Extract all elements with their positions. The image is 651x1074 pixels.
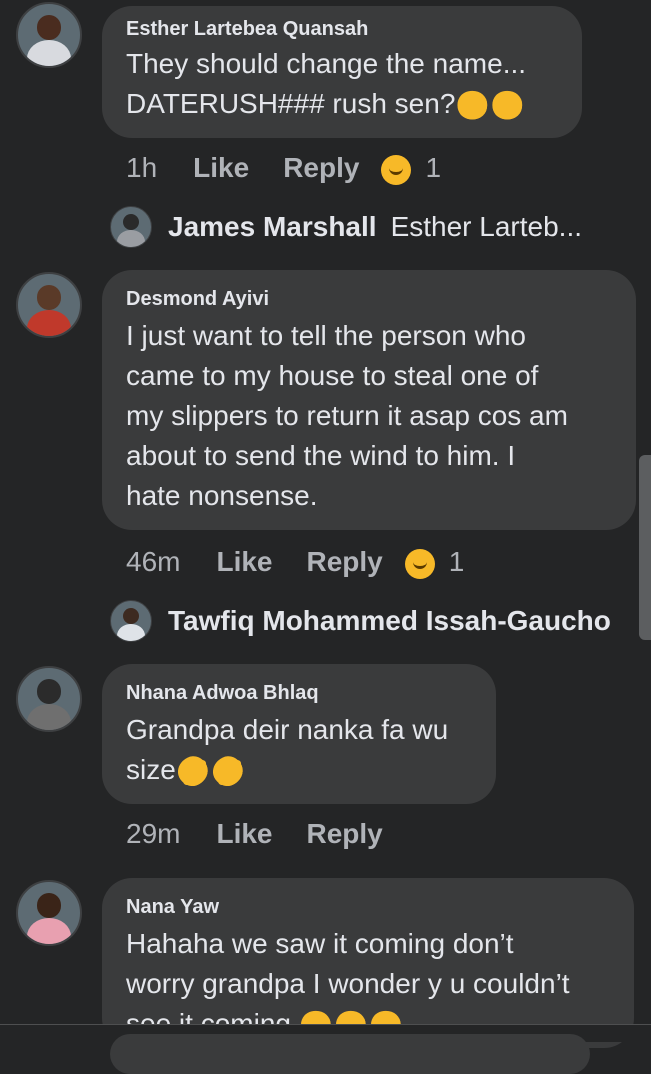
grinning-emoji-icon: 😀 [490, 89, 526, 121]
comment-text-line: hate nonsense. [126, 480, 318, 511]
avatar-james [110, 206, 152, 248]
avatar-esther[interactable] [16, 2, 82, 68]
comment-text: I just want to tell the person who came … [126, 316, 612, 516]
laughing-emoji-icon[interactable] [381, 155, 412, 185]
reply-button[interactable]: Reply [283, 152, 359, 184]
reply-text: Esther Larteb... [390, 211, 583, 242]
comment-time[interactable]: 29m [126, 818, 180, 850]
comment-author[interactable]: Nana Yaw [126, 894, 610, 920]
reaction-count[interactable]: 1 [425, 152, 441, 184]
like-button[interactable]: Like [216, 818, 272, 850]
comment-text-line: I just want to tell the person who [126, 320, 526, 351]
comment-author[interactable]: Nhana Adwoa Bhlaq [126, 680, 472, 706]
avatar-nhana[interactable] [16, 666, 82, 732]
comment-text: Grandpa deir nanka fa wu size🤣🤣 [126, 710, 472, 790]
avatar-desmond[interactable] [16, 272, 82, 338]
rofl-emoji-icon: 🤣 [210, 755, 246, 787]
comment-text-line: Grandpa deir nanka fa wu [126, 714, 449, 745]
scrollbar[interactable] [639, 455, 651, 640]
comment-actions: 46m Like Reply 1 [126, 546, 465, 579]
reply-preview[interactable]: James Marshall Esther Larteb... [110, 206, 582, 248]
comment-bubble: Esther Lartebea Quansah They should chan… [102, 6, 582, 138]
comment-actions: 29m Like Reply [126, 818, 417, 850]
reply-preview[interactable]: Tawfiq Mohammed Issah-Gaucho [110, 600, 611, 642]
comment-text-line: worry grandpa I wonder y u couldn’t [126, 968, 570, 999]
laughing-emoji-icon[interactable] [404, 549, 435, 579]
reply-author: James Marshall [168, 211, 377, 242]
comment-time[interactable]: 46m [126, 546, 180, 578]
comment-text-line-part: DATERUSH### rush sen? [126, 88, 456, 119]
like-button[interactable]: Like [193, 152, 249, 184]
comment-text-line: about to send the wind to him. I [126, 440, 516, 471]
laughing-emoji-icon: 😆 [455, 89, 491, 121]
avatar-tawfiq [110, 600, 152, 642]
comment-text-line: DATERUSH### rush sen?😆😀 [126, 84, 558, 124]
comment-text-line: size🤣🤣 [126, 750, 472, 790]
reply-button[interactable]: Reply [307, 818, 383, 850]
avatar-nana-yaw[interactable] [16, 880, 82, 946]
reaction-count[interactable]: 1 [449, 546, 465, 578]
like-button[interactable]: Like [216, 546, 272, 578]
reply-author: Tawfiq Mohammed Issah-Gaucho [168, 605, 611, 636]
write-comment-input[interactable] [110, 1034, 590, 1074]
comment-author[interactable]: Desmond Ayivi [126, 286, 612, 312]
comment-text-line-part: size [126, 754, 176, 785]
comment-author[interactable]: Esther Lartebea Quansah [126, 16, 558, 42]
comment-text-line: my slippers to return it asap cos am [126, 400, 568, 431]
rofl-emoji-icon: 🤣 [175, 755, 211, 787]
comment-text-line: They should change the name... [126, 48, 527, 79]
comment-bubble: Nhana Adwoa Bhlaq Grandpa deir nanka fa … [102, 664, 496, 804]
comment-bubble: Desmond Ayivi I just want to tell the pe… [102, 270, 636, 530]
comment-actions: 1h Like Reply 1 [126, 152, 441, 185]
comment-bubble: Nana Yaw Hahaha we saw it coming don’t w… [102, 878, 634, 1048]
comment-text-line: Hahaha we saw it coming don’t [126, 928, 514, 959]
reply-button[interactable]: Reply [307, 546, 383, 578]
comment-time[interactable]: 1h [126, 152, 157, 184]
comment-text: They should change the name... DATERUSH#… [126, 44, 558, 124]
comment-text-line: came to my house to steal one of [126, 360, 539, 391]
